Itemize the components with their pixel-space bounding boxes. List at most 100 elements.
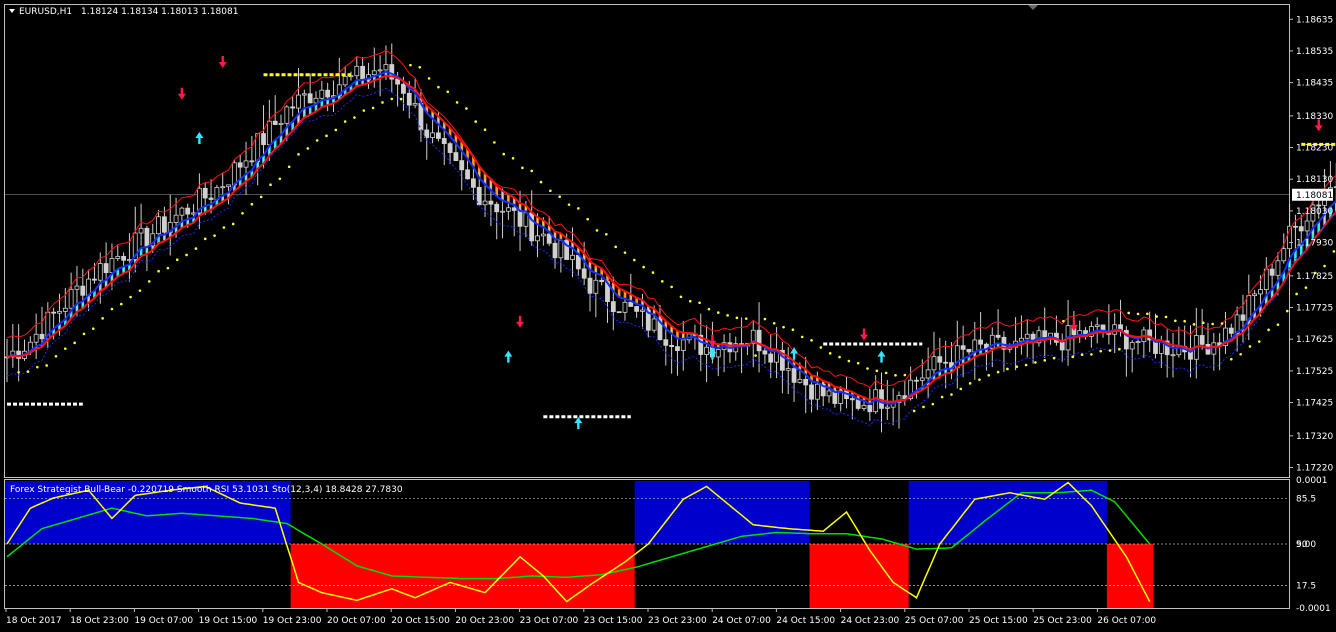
candle-body	[395, 78, 401, 85]
trailing-dot	[343, 120, 347, 123]
trailing-dot	[698, 301, 701, 305]
trailing-dot	[959, 387, 963, 391]
candle-body	[937, 356, 943, 363]
candle-body	[599, 279, 605, 283]
time-tick-label: 25 Oct 15:00	[969, 616, 1028, 626]
trailing-dot	[1006, 367, 1009, 371]
trailing-dot	[353, 116, 356, 119]
trailing-dot	[1034, 361, 1037, 364]
trailing-dot	[465, 107, 468, 110]
candle-body	[237, 162, 243, 168]
candle-body	[272, 120, 278, 125]
collapse-triangle-icon[interactable]	[9, 9, 15, 13]
trailing-dot	[418, 65, 422, 69]
candle-body	[202, 187, 208, 199]
trailing-dot	[399, 97, 403, 101]
trailing-dot	[185, 253, 188, 257]
trailing-dot	[633, 258, 636, 262]
trailing-dot	[726, 314, 729, 317]
candle-body	[39, 333, 45, 340]
bull-region	[634, 481, 810, 544]
buy-arrow-icon	[504, 350, 513, 363]
buy-arrow-icon	[708, 347, 717, 360]
trailing-dot	[231, 222, 235, 226]
shift-marker-icon[interactable]	[1028, 5, 1038, 10]
trailing-dot	[1211, 322, 1214, 326]
indicator-tick-label: -0.0001	[1296, 604, 1331, 614]
candle-body	[226, 184, 231, 188]
trailing-dot	[791, 328, 795, 332]
candle-body	[919, 377, 925, 381]
trailing-dot	[1183, 319, 1186, 323]
candle-body	[121, 255, 126, 261]
candle-body	[92, 278, 97, 281]
price-tick-label: 1.18230	[1296, 144, 1333, 154]
candle-body	[669, 344, 675, 348]
trailing-dot	[577, 207, 580, 210]
candle-body	[1094, 324, 1100, 327]
candle-body	[511, 207, 517, 211]
candle-body	[517, 210, 523, 227]
candle-body	[179, 207, 185, 216]
candle-body	[1199, 335, 1205, 345]
trailing-dot	[511, 156, 515, 160]
trailing-dot	[362, 109, 366, 112]
trailing-dot	[539, 180, 543, 184]
trailing-dot	[1202, 321, 1205, 325]
trailing-dot	[679, 295, 683, 299]
candle-body	[704, 346, 709, 355]
candle-body	[453, 152, 459, 161]
candle-body	[406, 92, 412, 106]
chart-ohlc: 1.18124 1.18134 1.18013 1.18081	[81, 7, 238, 17]
trailing-dot	[166, 266, 170, 270]
trailing-dot	[1090, 353, 1093, 356]
trailing-dot	[54, 354, 58, 358]
candle-body	[307, 93, 313, 104]
trailing-dot	[1220, 322, 1224, 325]
trailing-dot	[558, 195, 561, 199]
trailing-dot	[437, 85, 440, 89]
indicator-tick-label: 17.5	[1296, 582, 1316, 592]
indicator-subwindow	[5, 481, 1289, 608]
trailing-dot	[175, 258, 179, 262]
candle-body	[809, 384, 814, 400]
trailing-dot	[493, 141, 496, 144]
trailing-dot	[660, 280, 664, 283]
trailing-dot	[549, 189, 552, 193]
price-tick-label: 1.17525	[1296, 367, 1333, 377]
candle-body	[1316, 204, 1322, 207]
candle-body	[640, 309, 645, 312]
trailing-dot	[110, 307, 114, 311]
trailing-dot	[427, 77, 431, 80]
time-tick-label: 24 Oct 23:00	[841, 616, 900, 626]
trailing-dot	[651, 271, 655, 274]
trailing-dot	[931, 402, 935, 406]
candle-body	[354, 65, 360, 77]
price-tick-label: 1.17930	[1296, 239, 1333, 249]
price-tick-label: 1.17320	[1296, 432, 1333, 442]
time-tick-label: 23 Oct 15:00	[584, 616, 643, 626]
chart-canvas[interactable]: 1.18635 1.18535 1.18435 1.18330 1.18230 1.181…	[0, 0, 1336, 632]
trailing-dot	[642, 265, 645, 269]
trailing-dot	[894, 373, 897, 377]
trailing-dot	[1071, 355, 1075, 359]
sell-arrow-icon	[218, 56, 227, 69]
candle-body	[377, 69, 383, 72]
time-tick-label: 25 Oct 23:00	[1033, 616, 1092, 626]
candle-body	[855, 399, 861, 409]
trailing-dot	[129, 295, 132, 299]
trailing-dot	[446, 90, 450, 94]
trailing-dot	[1099, 349, 1103, 353]
trading-chart-window[interactable]: 1.18635 1.18535 1.18435 1.18330 1.18230 1.181…	[0, 0, 1336, 632]
trailing-dot	[1127, 311, 1130, 315]
trailing-dot	[73, 341, 76, 345]
candle-body	[803, 378, 809, 386]
trailing-dot	[297, 153, 300, 156]
price-tick-label: 1.17425	[1296, 399, 1333, 409]
trailing-dot	[1062, 319, 1065, 323]
trailing-dot	[772, 321, 776, 325]
chart-symbol: EURUSD,H1	[19, 7, 72, 17]
time-tick-label: 26 Oct 07:00	[1097, 616, 1156, 626]
candle-body	[762, 350, 768, 355]
candle-body	[430, 132, 435, 138]
